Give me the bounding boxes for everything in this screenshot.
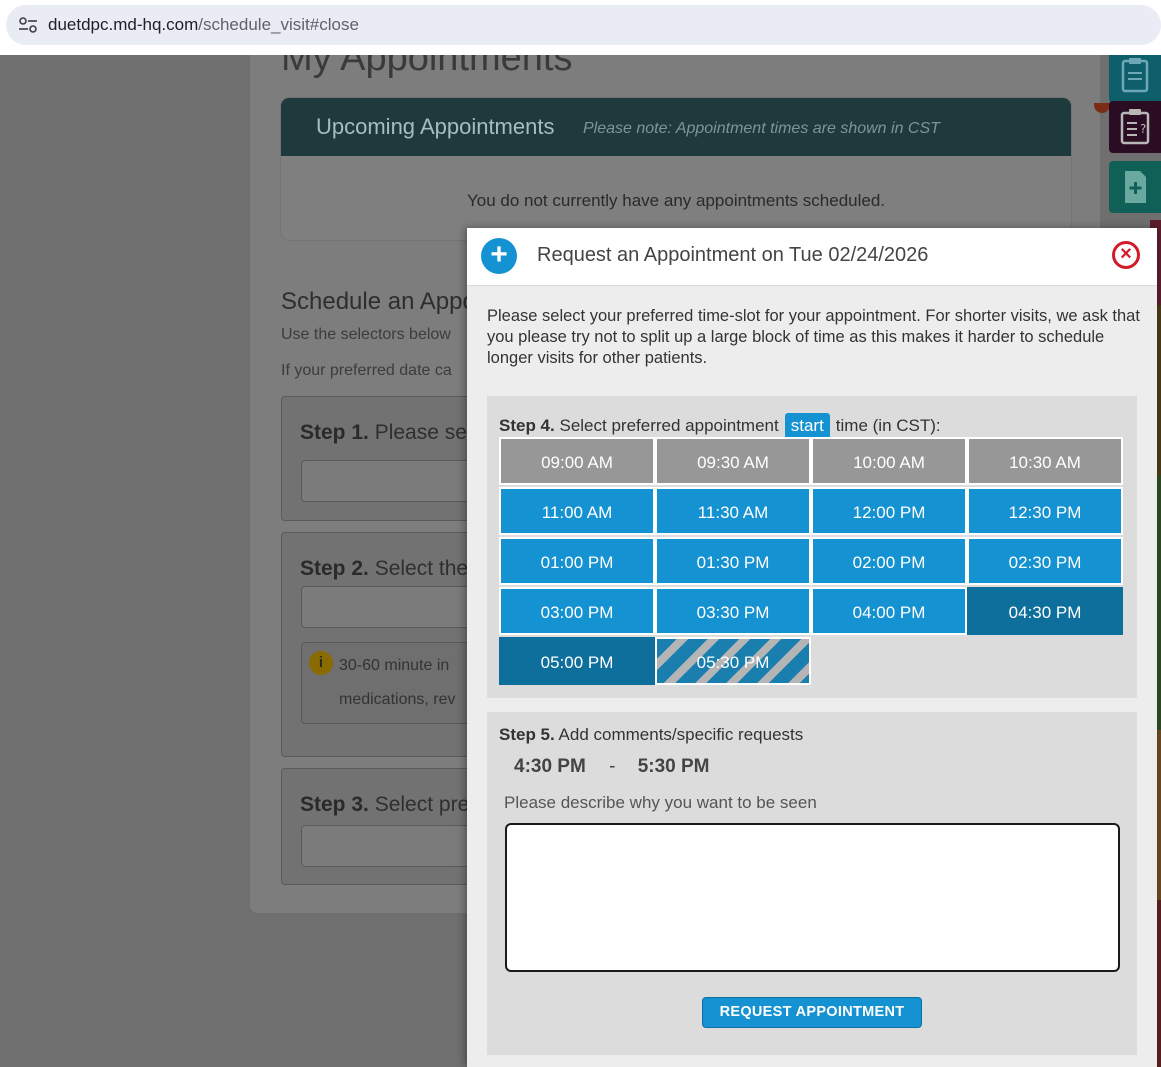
time-slot[interactable]: 11:00 AM bbox=[499, 487, 655, 535]
url-text[interactable]: duetdpc.md-hq.com/schedule_visit#close bbox=[48, 15, 359, 35]
step2-select[interactable] bbox=[301, 586, 491, 628]
time-slot: 10:30 AM bbox=[967, 437, 1123, 485]
step4-label: Step 4. Select preferred appointment star… bbox=[499, 413, 941, 439]
request-appointment-modal: + Request an Appointment on Tue 02/24/20… bbox=[467, 228, 1157, 1067]
time-slot[interactable]: 11:30 AM bbox=[655, 487, 811, 535]
info-text: 30-60 minute in bbox=[339, 657, 450, 674]
time-slot[interactable]: 05:30 PM bbox=[655, 637, 811, 685]
tune-icon[interactable] bbox=[18, 17, 38, 33]
step1-box: Step 1. Please sele bbox=[281, 396, 491, 521]
info-box: i 30-60 minute in medications, rev bbox=[301, 642, 491, 724]
step2-label: Step 2. Select the bbox=[300, 557, 469, 580]
notification-badge bbox=[1094, 103, 1110, 113]
time-slot[interactable]: 12:30 PM bbox=[967, 487, 1123, 535]
svg-text:?: ? bbox=[1140, 122, 1146, 136]
time-slot[interactable]: 12:00 PM bbox=[811, 487, 967, 535]
comments-textarea[interactable] bbox=[505, 823, 1120, 972]
time-slot[interactable]: 03:30 PM bbox=[655, 587, 811, 635]
upcoming-appointments-panel: Upcoming Appointments Please note: Appoi… bbox=[281, 98, 1071, 240]
time-slot: 10:00 AM bbox=[811, 437, 967, 485]
upcoming-title: Upcoming Appointments bbox=[316, 114, 555, 139]
url-path: /schedule_visit#close bbox=[198, 15, 359, 34]
time-slot[interactable]: 04:30 PM bbox=[967, 587, 1123, 635]
browser-toolbar: duetdpc.md-hq.com/schedule_visit#close bbox=[0, 0, 1161, 55]
time-slot[interactable]: 05:00 PM bbox=[499, 637, 655, 685]
schedule-instructions: Use the selectors below bbox=[281, 326, 451, 343]
address-bar[interactable]: duetdpc.md-hq.com/schedule_visit#close bbox=[6, 5, 1161, 45]
empty-message: You do not currently have any appointmen… bbox=[466, 191, 886, 210]
time-slot[interactable]: 01:30 PM bbox=[655, 537, 811, 585]
clipboard-question-icon[interactable]: ? bbox=[1109, 101, 1161, 153]
time-slot[interactable]: 01:00 PM bbox=[499, 537, 655, 585]
time-slot[interactable]: 03:00 PM bbox=[499, 587, 655, 635]
start-badge: start bbox=[784, 413, 830, 439]
range-start: 4:30 PM bbox=[514, 756, 586, 777]
step1-select[interactable] bbox=[301, 460, 491, 502]
plus-icon: + bbox=[481, 238, 517, 274]
modal-header: + Request an Appointment on Tue 02/24/20… bbox=[467, 228, 1157, 286]
modal-title: Request an Appointment on Tue 02/24/2026 bbox=[537, 244, 929, 266]
time-slot: 09:30 AM bbox=[655, 437, 811, 485]
step4-panel: Step 4. Select preferred appointment star… bbox=[487, 396, 1137, 698]
step5-label: Step 5. Add comments/specific requests bbox=[499, 725, 804, 744]
url-domain: duetdpc.md-hq.com bbox=[48, 15, 199, 34]
selected-time-range: 4:30 PM - 5:30 PM bbox=[514, 756, 710, 778]
time-slot[interactable]: 02:00 PM bbox=[811, 537, 967, 585]
schedule-title: Schedule an Appo bbox=[281, 288, 476, 315]
info-icon: i bbox=[309, 651, 333, 675]
close-icon[interactable]: × bbox=[1112, 241, 1140, 269]
describe-label: Please describe why you want to be seen bbox=[504, 793, 817, 812]
time-slot: 09:00 AM bbox=[499, 437, 655, 485]
upcoming-header: Upcoming Appointments Please note: Appoi… bbox=[281, 98, 1071, 156]
range-separator: - bbox=[609, 756, 616, 777]
step3-label: Step 3. Select pref bbox=[300, 793, 476, 816]
time-slot[interactable]: 04:00 PM bbox=[811, 587, 967, 635]
request-appointment-button[interactable]: REQUEST APPOINTMENT bbox=[702, 997, 922, 1028]
step3-select[interactable] bbox=[301, 825, 491, 867]
step1-label: Step 1. Please sele bbox=[300, 421, 484, 444]
timezone-note: Please note: Appointment times are shown… bbox=[583, 120, 940, 137]
step3-box: Step 3. Select pref bbox=[281, 768, 491, 885]
schedule-instructions-2: If your preferred date ca bbox=[281, 362, 452, 379]
range-end: 5:30 PM bbox=[637, 756, 710, 777]
document-plus-icon[interactable] bbox=[1109, 161, 1161, 213]
page-title: My Appointments bbox=[281, 55, 573, 79]
time-slot[interactable]: 02:30 PM bbox=[967, 537, 1123, 585]
step2-box: Step 2. Select the i 30-60 minute in med… bbox=[281, 532, 491, 757]
clipboard-icon[interactable] bbox=[1109, 55, 1161, 103]
modal-instructions: Please select your preferred time-slot f… bbox=[487, 307, 1140, 367]
step5-panel: Step 5. Add comments/specific requests 4… bbox=[487, 712, 1137, 1055]
info-text-2: medications, rev bbox=[339, 691, 456, 708]
